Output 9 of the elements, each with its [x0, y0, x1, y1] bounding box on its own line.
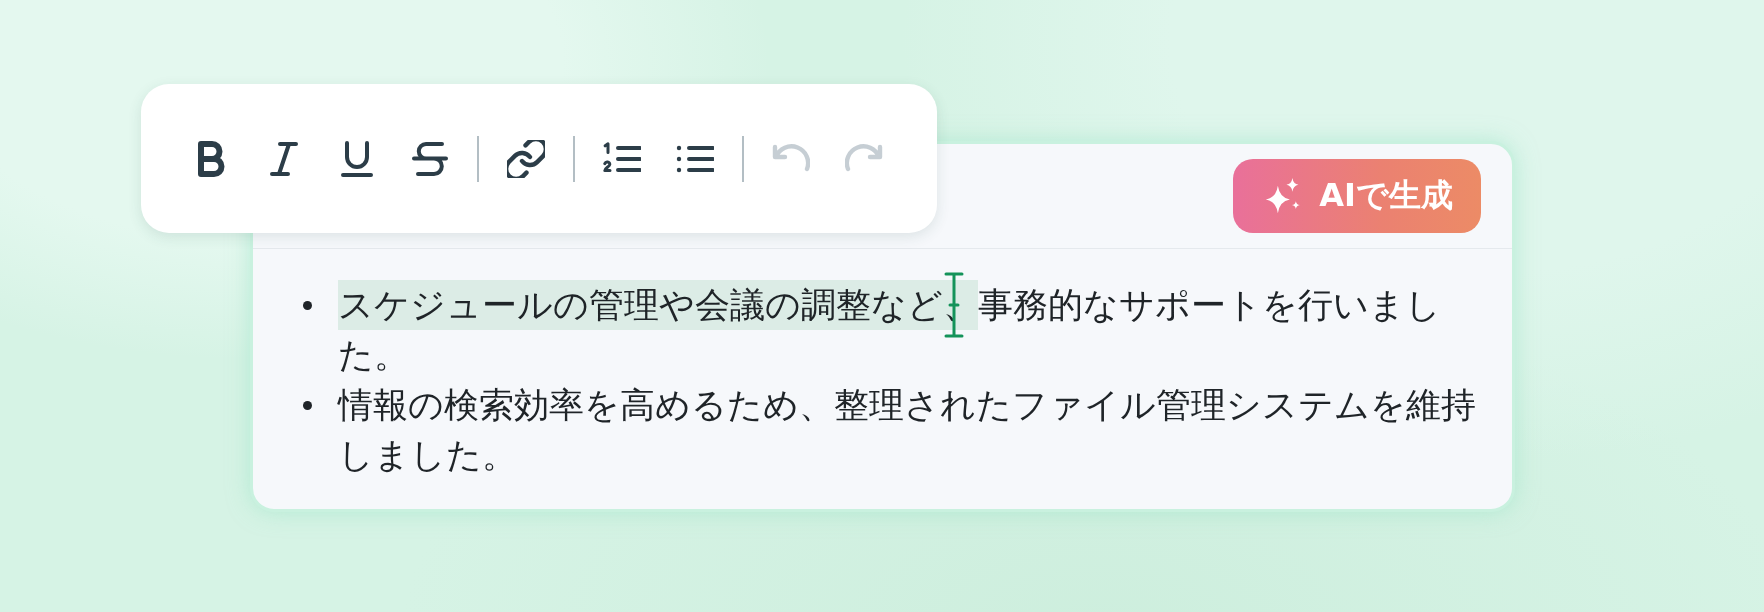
bullet-icon [303, 401, 312, 410]
strikethrough-icon [411, 139, 449, 178]
bullet-icon [303, 301, 312, 310]
text-cursor-icon [944, 272, 964, 338]
generate-button[interactable]: AIで生成 [1233, 159, 1481, 233]
link-icon [507, 139, 545, 178]
underline-icon [338, 139, 376, 178]
list-item-text: スケジュールの管理や会議の調整など、事務的なサポートを行いました。 [338, 280, 1488, 380]
list-item-text: 情報の検索効率を高めるため、整理されたファイル管理システムを維持しました。 [338, 384, 1477, 477]
